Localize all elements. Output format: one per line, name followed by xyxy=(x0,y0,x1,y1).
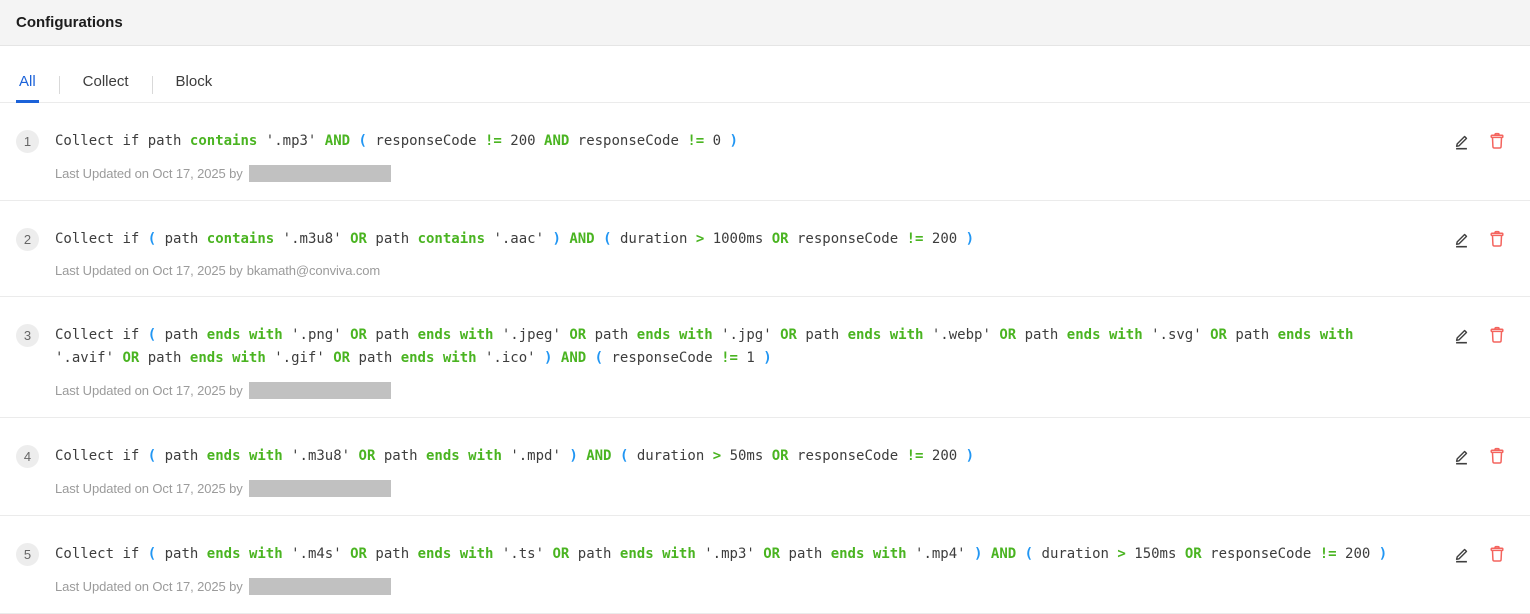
rule-expression: Collect if ( path ends with '.m3u8' OR p… xyxy=(55,445,1400,468)
rule-row: 4 Collect if ( path ends with '.m3u8' OR… xyxy=(0,418,1530,516)
redacted-author-box xyxy=(249,480,391,497)
pencil-icon xyxy=(1453,327,1470,344)
rule-updated-label: Last Updated on Oct 17, 2025 by xyxy=(55,263,243,278)
edit-button[interactable] xyxy=(1453,546,1470,563)
page-header: Configurations xyxy=(0,0,1530,46)
rule-body: Collect if ( path ends with '.png' OR pa… xyxy=(55,324,1400,399)
tab-block[interactable]: Block xyxy=(173,73,216,102)
rule-number-badge: 3 xyxy=(16,324,39,347)
rule-expression: Collect if path contains '.mp3' AND ( re… xyxy=(55,130,1400,153)
rule-expression: Collect if ( path contains '.m3u8' OR pa… xyxy=(55,228,1400,251)
rule-updated-label: Last Updated on Oct 17, 2025 by xyxy=(55,481,243,496)
delete-button[interactable] xyxy=(1489,326,1505,344)
rule-number-badge: 2 xyxy=(16,228,39,251)
rule-updated: Last Updated on Oct 17, 2025 by bkamath@… xyxy=(55,263,1400,278)
trash-icon xyxy=(1489,326,1505,344)
delete-button[interactable] xyxy=(1489,230,1505,248)
rule-number-badge: 4 xyxy=(16,445,39,468)
edit-button[interactable] xyxy=(1453,327,1470,344)
configurations-page: Configurations All Collect Block 1 Colle… xyxy=(0,0,1530,614)
redacted-author-box xyxy=(249,165,391,182)
rule-updated-label: Last Updated on Oct 17, 2025 by xyxy=(55,166,243,181)
rule-number-badge: 1 xyxy=(16,130,39,153)
trash-icon xyxy=(1489,545,1505,563)
rule-row: 5 Collect if ( path ends with '.m4s' OR … xyxy=(0,516,1530,614)
trash-icon xyxy=(1489,132,1505,150)
rule-actions xyxy=(1453,132,1505,150)
rule-updated-label: Last Updated on Oct 17, 2025 by xyxy=(55,579,243,594)
rule-row: 3 Collect if ( path ends with '.png' OR … xyxy=(0,297,1530,418)
rule-body: Collect if ( path contains '.m3u8' OR pa… xyxy=(55,228,1400,278)
rule-expression: Collect if ( path ends with '.m4s' OR pa… xyxy=(55,543,1400,566)
delete-button[interactable] xyxy=(1489,545,1505,563)
redacted-author-box xyxy=(249,578,391,595)
rule-author: bkamath@conviva.com xyxy=(247,263,380,278)
pencil-icon xyxy=(1453,546,1470,563)
edit-button[interactable] xyxy=(1453,133,1470,150)
tab-collect[interactable]: Collect xyxy=(80,73,132,102)
rule-updated: Last Updated on Oct 17, 2025 by xyxy=(55,165,1400,182)
rule-row: 1 Collect if path contains '.mp3' AND ( … xyxy=(0,103,1530,201)
rule-actions xyxy=(1453,230,1505,248)
trash-icon xyxy=(1489,447,1505,465)
delete-button[interactable] xyxy=(1489,447,1505,465)
trash-icon xyxy=(1489,230,1505,248)
rule-row: 2 Collect if ( path contains '.m3u8' OR … xyxy=(0,201,1530,297)
pencil-icon xyxy=(1453,133,1470,150)
rule-updated: Last Updated on Oct 17, 2025 by xyxy=(55,578,1400,595)
rule-expression: Collect if ( path ends with '.png' OR pa… xyxy=(55,324,1400,370)
tab-separator xyxy=(152,76,153,94)
edit-button[interactable] xyxy=(1453,448,1470,465)
rule-updated-label: Last Updated on Oct 17, 2025 by xyxy=(55,383,243,398)
rule-actions xyxy=(1453,447,1505,465)
pencil-icon xyxy=(1453,231,1470,248)
page-title: Configurations xyxy=(16,14,123,31)
rule-updated: Last Updated on Oct 17, 2025 by xyxy=(55,480,1400,497)
tab-bar: All Collect Block xyxy=(0,46,1530,103)
rule-body: Collect if ( path ends with '.m3u8' OR p… xyxy=(55,445,1400,497)
rule-body: Collect if ( path ends with '.m4s' OR pa… xyxy=(55,543,1400,595)
rules-list: 1 Collect if path contains '.mp3' AND ( … xyxy=(0,103,1530,614)
pencil-icon xyxy=(1453,448,1470,465)
tab-separator xyxy=(59,76,60,94)
tab-all[interactable]: All xyxy=(16,73,39,102)
rule-number-badge: 5 xyxy=(16,543,39,566)
rule-actions xyxy=(1453,545,1505,563)
redacted-author-box xyxy=(249,382,391,399)
delete-button[interactable] xyxy=(1489,132,1505,150)
rule-updated: Last Updated on Oct 17, 2025 by xyxy=(55,382,1400,399)
edit-button[interactable] xyxy=(1453,231,1470,248)
rule-actions xyxy=(1453,326,1505,344)
rule-body: Collect if path contains '.mp3' AND ( re… xyxy=(55,130,1400,182)
